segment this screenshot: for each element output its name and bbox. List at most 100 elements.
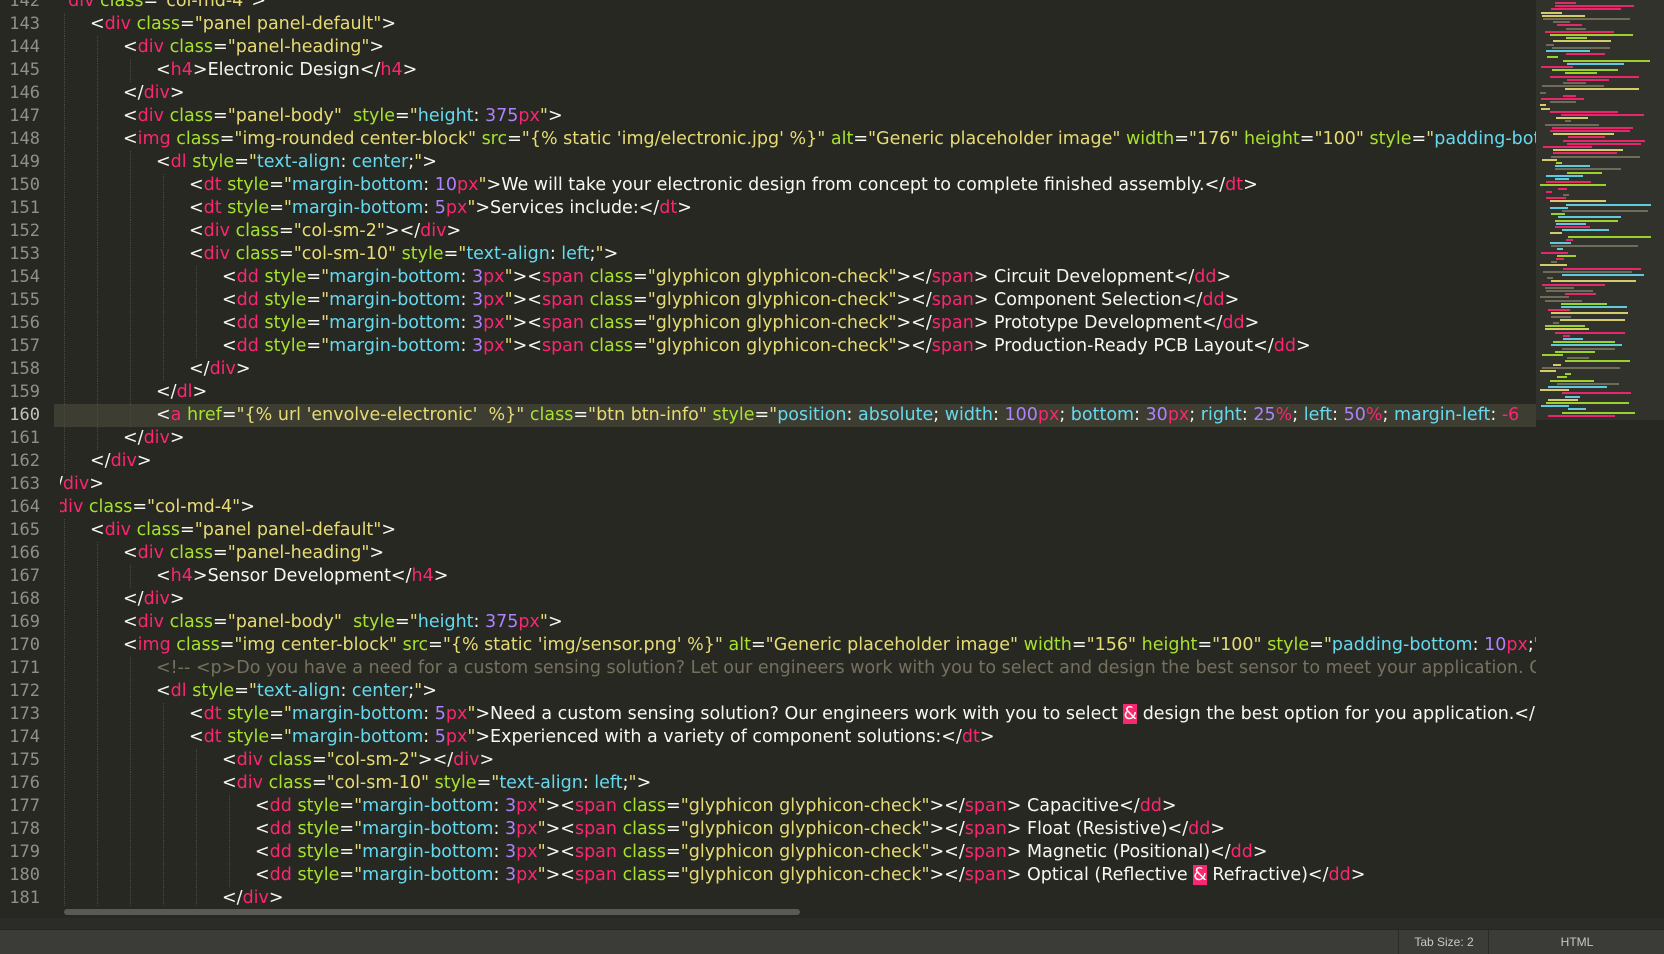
code-token: " bbox=[504, 313, 513, 333]
code-line[interactable]: <img class="img-rounded center-block" sr… bbox=[123, 128, 1536, 151]
indent-guide bbox=[163, 795, 164, 818]
indent-guide bbox=[97, 358, 98, 381]
code-token: div bbox=[68, 0, 95, 11]
code-line[interactable]: <dl style="text-align: center;"> bbox=[156, 151, 437, 174]
indent-guide bbox=[64, 818, 65, 841]
code-line[interactable]: <h4>Sensor Development</h4> bbox=[156, 565, 448, 588]
code-line[interactable]: <dd style="margin-bottom: 3px"><span cla… bbox=[222, 266, 1231, 289]
code-token: class bbox=[131, 520, 181, 540]
code-line[interactable]: <dd style="margin-bottom: 3px"><span cla… bbox=[222, 335, 1311, 358]
code-token: " bbox=[409, 612, 418, 632]
minimap-line bbox=[1542, 158, 1557, 161]
code-line[interactable]: <div class="panel-heading"> bbox=[123, 542, 384, 565]
code-token: class bbox=[131, 14, 181, 34]
tab-size-indicator[interactable]: Tab Size: 2 bbox=[1398, 930, 1489, 954]
indent-guide bbox=[163, 243, 164, 266]
code-token: < bbox=[222, 336, 237, 356]
horizontal-scrollbar[interactable] bbox=[0, 906, 1536, 918]
code-token: " bbox=[414, 152, 423, 172]
line-number: 147 bbox=[9, 106, 40, 126]
code-token: 3 bbox=[504, 865, 517, 885]
code-line[interactable]: <h4>Electronic Design</h4> bbox=[156, 59, 417, 82]
code-line[interactable]: <div class="panel panel-default"> bbox=[90, 13, 396, 36]
indent-guide bbox=[64, 772, 65, 795]
code-token: ></ bbox=[896, 336, 932, 356]
code-token: > bbox=[251, 0, 267, 11]
code-line[interactable]: <dd style="margin-bottom: 3px"><span cla… bbox=[255, 795, 1177, 818]
minimap-line bbox=[1555, 5, 1634, 8]
code-line[interactable]: div class="col-md-4"> bbox=[60, 0, 266, 13]
code-line[interactable]: <div class="col-sm-10" style="text-align… bbox=[222, 772, 651, 795]
code-token: style bbox=[1363, 129, 1412, 149]
minimap[interactable] bbox=[1536, 0, 1664, 918]
minimap-line bbox=[1550, 242, 1571, 244]
indent-guide bbox=[130, 220, 131, 243]
code-token: </ bbox=[123, 589, 144, 609]
code-token: " bbox=[321, 313, 330, 333]
code-line[interactable]: <div class="col-sm-2"></div> bbox=[222, 749, 494, 772]
code-line[interactable]: <div class="panel-heading"> bbox=[123, 36, 384, 59]
code-token: height bbox=[1136, 635, 1198, 655]
code-token: " bbox=[595, 244, 604, 264]
code-token: margin-bottom bbox=[329, 313, 461, 333]
indent-guide bbox=[64, 565, 65, 588]
code-line[interactable]: /div> bbox=[60, 473, 104, 496]
minimap-line bbox=[1548, 309, 1570, 312]
code-line[interactable]: </dl> bbox=[156, 381, 207, 404]
minimap-line bbox=[1553, 322, 1559, 324]
code-line[interactable]: <dt style="margin-bottom: 5px">Experienc… bbox=[189, 726, 995, 749]
code-line[interactable]: <div class="col-sm-2"></div> bbox=[189, 220, 461, 243]
code-line[interactable]: <dl style="text-align: center;"> bbox=[156, 680, 437, 703]
code-line[interactable]: <dd style="margin-bottom: 3px"><span cla… bbox=[222, 289, 1239, 312]
code-token: >< bbox=[512, 267, 542, 287]
code-token: > bbox=[1350, 865, 1366, 885]
code-line[interactable]: <dd style="margin-bottom: 3px"><span cla… bbox=[255, 864, 1365, 887]
code-area[interactable]: div class="col-md-4"> <div class="panel p… bbox=[60, 0, 1536, 918]
code-line[interactable]: <div class="panel-body" style="height: 3… bbox=[123, 611, 563, 634]
syntax-indicator[interactable]: HTML bbox=[1488, 930, 1664, 954]
code-token: dl bbox=[170, 681, 187, 701]
code-line[interactable]: <div class="panel-body" style="height: 3… bbox=[123, 105, 563, 128]
indent-guide bbox=[163, 312, 164, 335]
code-line[interactable]: </div> bbox=[123, 82, 185, 105]
code-token: margin-bottom bbox=[362, 819, 494, 839]
code-line[interactable]: <dd style="margin-bottom: 3px"><span cla… bbox=[255, 818, 1225, 841]
code-line[interactable]: </div> bbox=[123, 427, 185, 450]
code-line[interactable]: <div class="panel panel-default"> bbox=[90, 519, 396, 542]
code-line[interactable]: <dd style="margin-bottom: 3px"><span cla… bbox=[222, 312, 1259, 335]
code-line[interactable]: <img class="img center-block" src="{% st… bbox=[123, 634, 1536, 657]
code-editor[interactable]: 142 143 144 145 146 147 148 149 150 151 152 153 154 1… bbox=[0, 0, 1536, 918]
code-line[interactable]: <div class="col-sm-10" style="text-align… bbox=[189, 243, 618, 266]
minimap-line bbox=[1551, 312, 1628, 315]
code-line[interactable]: div class="col-md-4"> bbox=[60, 496, 255, 519]
code-line[interactable]: <dt style="margin-bottom: 10px">We will … bbox=[189, 174, 1258, 197]
minimap-line bbox=[1547, 56, 1558, 59]
code-token: </ bbox=[189, 359, 210, 379]
code-line[interactable]: <!-- <p>Do you have a need for a custom … bbox=[156, 657, 1536, 680]
code-token: "panel panel-default" bbox=[194, 520, 382, 540]
line-number: 179 bbox=[9, 842, 40, 862]
code-token: "{% url 'envolve-electronic' %}" bbox=[236, 405, 525, 425]
code-token: dd bbox=[236, 313, 259, 333]
code-token: style bbox=[291, 796, 340, 816]
minimap-line bbox=[1550, 34, 1633, 36]
code-line[interactable]: <dd style="margin-bottom: 3px"><span cla… bbox=[255, 841, 1268, 864]
code-token: px bbox=[516, 842, 538, 862]
horizontal-scrollbar-thumb[interactable] bbox=[64, 909, 800, 915]
code-token: = bbox=[279, 244, 294, 264]
code-token: width bbox=[944, 405, 993, 425]
code-token: padding-bottom bbox=[1331, 635, 1473, 655]
code-line[interactable]: </div> bbox=[189, 358, 251, 381]
code-line[interactable]: <dt style="margin-bottom: 5px">Services … bbox=[189, 197, 692, 220]
code-line[interactable]: <dt style="margin-bottom: 5px">Need a cu… bbox=[189, 703, 1536, 726]
code-token: = bbox=[234, 152, 249, 172]
code-line[interactable]: </div> bbox=[90, 450, 152, 473]
minimap-line bbox=[1542, 85, 1604, 88]
code-line[interactable]: </div> bbox=[123, 588, 185, 611]
code-token: span bbox=[931, 267, 974, 287]
code-token: margin-bottom bbox=[291, 198, 424, 218]
code-line[interactable]: <a href="{% url 'envolve-electronic' %}"… bbox=[156, 404, 1519, 427]
minimap-line bbox=[1550, 110, 1618, 113]
minimap-line bbox=[1543, 270, 1632, 273]
code-token: = bbox=[339, 819, 355, 839]
